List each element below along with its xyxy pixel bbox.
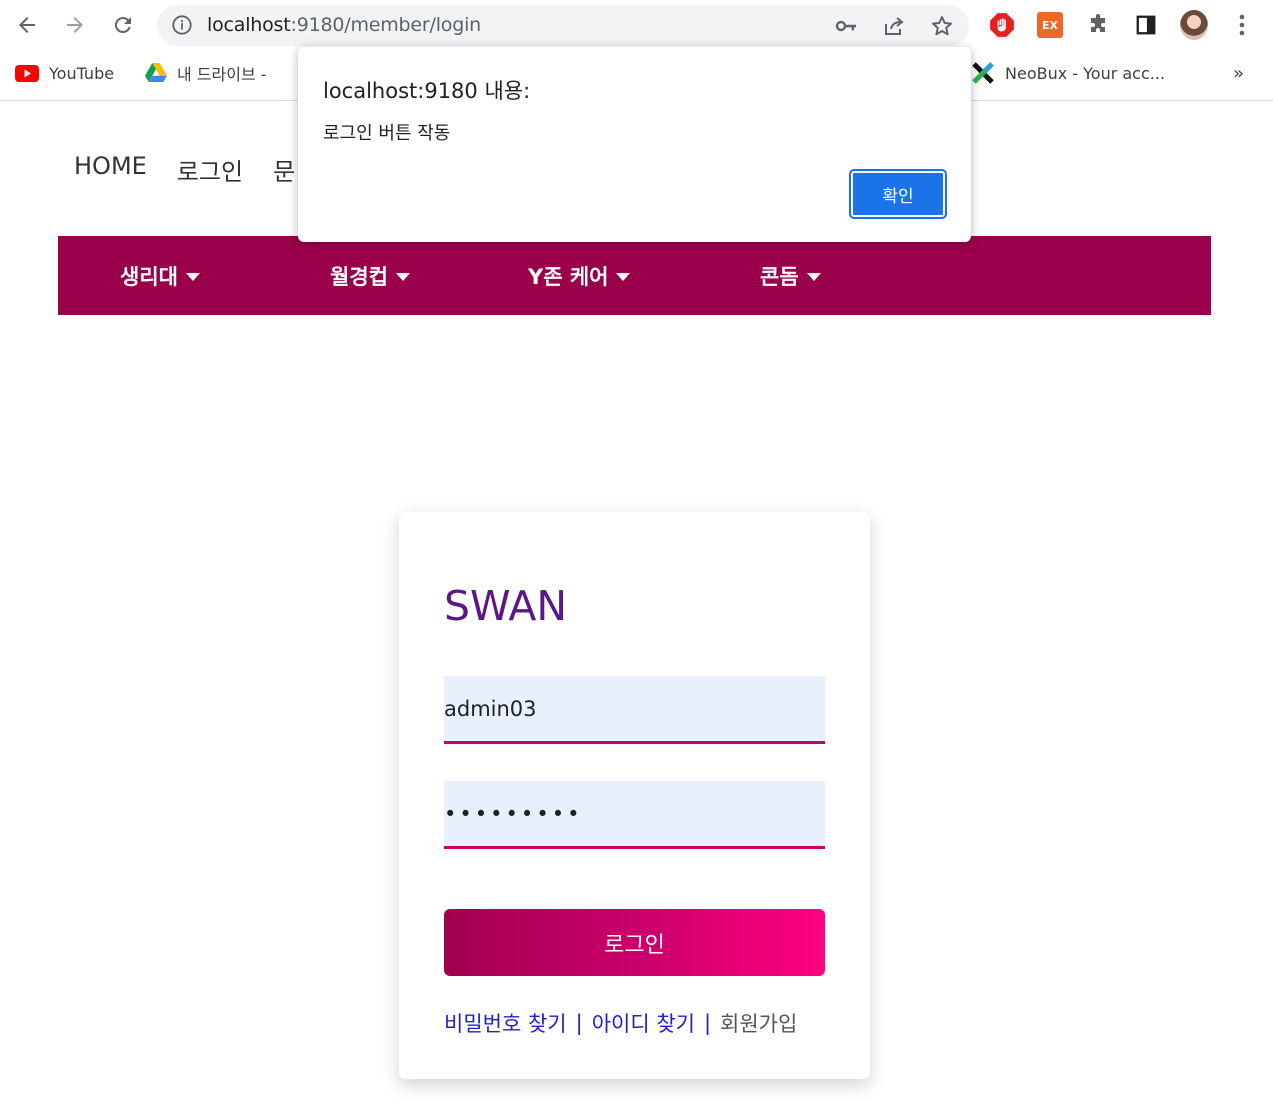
nav-inquiry-link[interactable]: 문 [273, 152, 295, 187]
link-separator: | [575, 1011, 583, 1035]
category-menu-bar: 생리대 월경컵 Y존 케어 콘돔 [58, 236, 1211, 315]
ex-extension-icon[interactable]: EX [1036, 11, 1064, 39]
nav-home-link[interactable]: HOME [74, 152, 147, 187]
account-links: 비밀번호 찾기 | 아이디 찾기 | 회원가입 [444, 1008, 797, 1038]
login-button[interactable]: 로그인 [444, 909, 825, 976]
find-password-link[interactable]: 비밀번호 찾기 [444, 1008, 567, 1038]
link-separator: | [703, 1011, 712, 1035]
back-arrow-icon [19, 17, 35, 33]
profile-avatar-icon[interactable] [1180, 10, 1208, 40]
forward-arrow-icon [67, 17, 83, 33]
back-button[interactable] [12, 10, 42, 40]
menu-item-pads[interactable]: 생리대 [120, 236, 200, 315]
dialog-ok-button[interactable]: 확인 [849, 169, 947, 219]
caret-down-icon [806, 273, 821, 281]
reload-button[interactable] [108, 10, 138, 40]
alert-dialog: localhost:9180 내용: 로그인 버튼 작동 확인 [298, 47, 971, 242]
dialog-title: localhost:9180 내용: [323, 79, 531, 103]
bookmark-star-icon[interactable] [930, 14, 954, 38]
extensions-puzzle-icon[interactable] [1084, 11, 1112, 39]
nav-login-link[interactable]: 로그인 [177, 152, 243, 187]
menu-item-yzone-care[interactable]: Y존 케어 [528, 236, 631, 315]
menu-item-menstrual-cup[interactable]: 월경컵 [330, 236, 410, 315]
caret-down-icon [616, 273, 631, 281]
key-icon[interactable] [834, 14, 858, 38]
dialog-message: 로그인 버튼 작동 [323, 123, 451, 144]
youtube-icon [15, 64, 39, 82]
username-input[interactable] [444, 676, 825, 744]
neobux-icon [971, 61, 995, 85]
login-card: SWAN 로그인 비밀번호 찾기 | 아이디 찾기 | 회원가입 [399, 512, 870, 1079]
url-text: localhost:9180/member/login [207, 14, 482, 36]
forward-button[interactable] [60, 10, 90, 40]
bookmark-google-drive[interactable]: 내 드라이브 - [145, 56, 267, 90]
more-bookmarks-chevron[interactable]: » [1233, 56, 1244, 90]
site-info-icon[interactable] [171, 14, 193, 40]
bookmark-neobux[interactable]: NeoBux - Your acc... [971, 56, 1165, 90]
google-drive-icon [145, 63, 167, 83]
share-icon[interactable] [882, 14, 906, 38]
address-bar[interactable]: localhost:9180/member/login [157, 5, 969, 46]
adblock-extension-icon[interactable] [988, 11, 1016, 39]
signup-link[interactable]: 회원가입 [720, 1008, 797, 1038]
side-panel-icon[interactable] [1132, 11, 1160, 39]
caret-down-icon [395, 273, 410, 281]
bookmark-youtube[interactable]: YouTube [15, 56, 114, 90]
menu-kebab-icon[interactable] [1228, 11, 1256, 39]
find-id-link[interactable]: 아이디 찾기 [592, 1008, 695, 1038]
menu-item-condom[interactable]: 콘돔 [760, 236, 821, 315]
password-input[interactable] [444, 781, 825, 849]
top-nav: HOME 로그인 문 [74, 152, 325, 187]
reload-icon [114, 17, 131, 34]
brand-title: SWAN [444, 582, 568, 630]
caret-down-icon [185, 273, 200, 281]
